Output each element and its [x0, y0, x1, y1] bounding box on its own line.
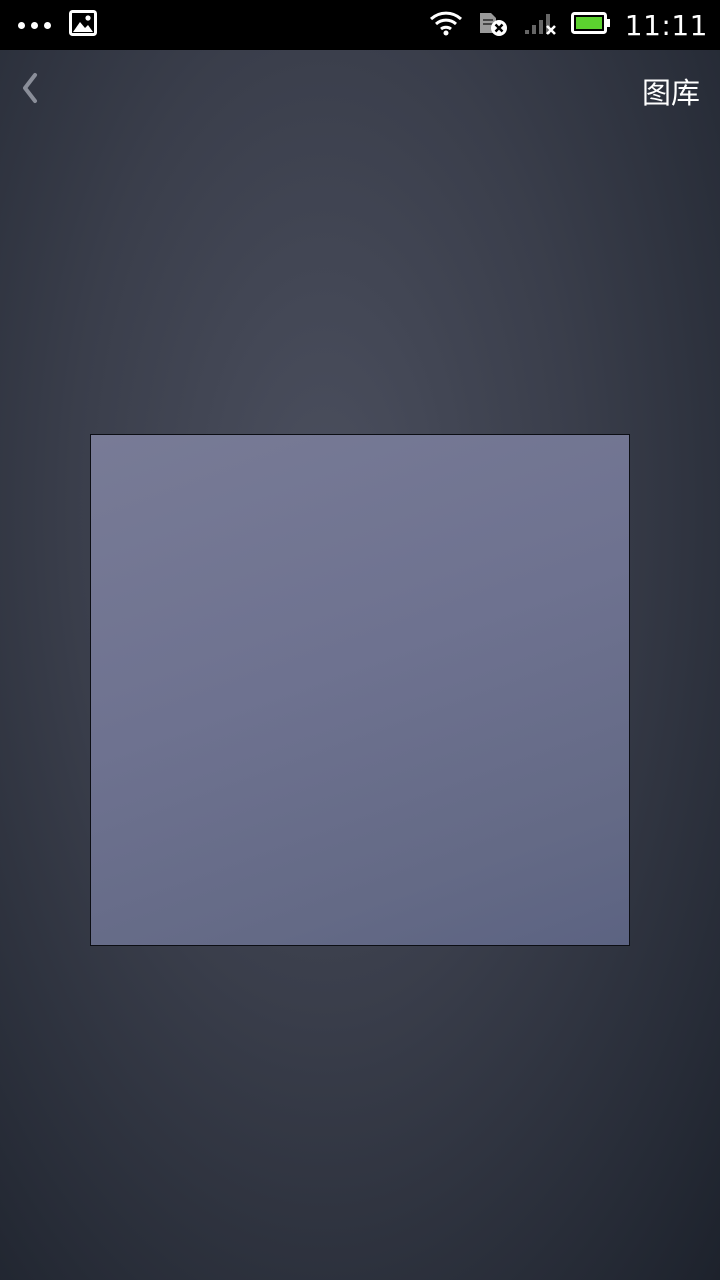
battery-icon: [570, 10, 611, 40]
sim-error-icon: [477, 9, 509, 41]
status-right: 11:11: [429, 0, 708, 50]
wifi-icon: [429, 10, 463, 40]
battery-level: [575, 17, 602, 29]
signal-off-icon: [523, 10, 557, 40]
gallery-button[interactable]: 图库: [642, 68, 700, 114]
back-button[interactable]: [12, 68, 48, 112]
more-dots-icon: [18, 21, 51, 29]
status-bar: 11:11: [0, 0, 720, 50]
status-left: [18, 0, 97, 50]
scan-frame: [90, 434, 630, 946]
image-notification-icon: [69, 10, 97, 40]
chevron-left-icon: [19, 72, 41, 108]
status-time: 11:11: [624, 8, 708, 42]
